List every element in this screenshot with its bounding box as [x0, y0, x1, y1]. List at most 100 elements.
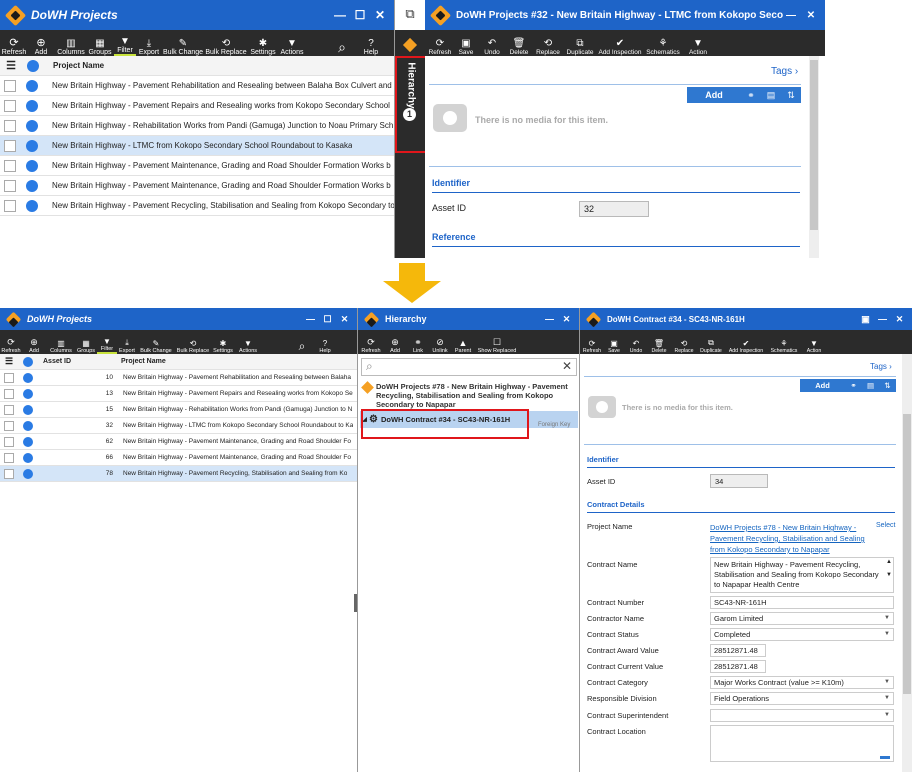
save-button[interactable]: ▣ Save	[453, 38, 479, 56]
expand-icon[interactable]	[880, 756, 890, 759]
tags-link[interactable]: Tags ›	[870, 362, 892, 371]
add-inspection-button[interactable]: ✔ Add Inspection	[725, 339, 767, 354]
project-name-link[interactable]: DoWH Projects #78 - New Britain Highway …	[710, 522, 870, 555]
table-row[interactable]: 78 New Britain Highway - Pavement Recycli…	[0, 466, 357, 482]
replace-button[interactable]: ⟲ Replace	[671, 339, 697, 354]
hierarchy-search[interactable]: ⌕ ✕	[361, 358, 577, 376]
settings-button[interactable]: ✱ Settings	[248, 38, 278, 56]
maximize-icon[interactable]: ☐	[352, 8, 368, 22]
tags-link[interactable]: Tags ›	[771, 66, 798, 77]
add-media-button[interactable]: Add	[800, 381, 845, 390]
refresh-button[interactable]: ⟳ Refresh	[2, 36, 27, 56]
action-button[interactable]: ▼ Action	[801, 339, 827, 354]
table-row[interactable]: New Britain Highway - LTMC from Kokopo S…	[0, 136, 394, 156]
close-icon[interactable]: ✕	[560, 314, 573, 325]
contract-name-field[interactable]: New Britain Highway - Pavement Recycling…	[710, 557, 894, 593]
table-row[interactable]: New Britain Highway - Pavement Maintenan…	[0, 176, 394, 196]
select-project-button[interactable]: Select	[876, 522, 895, 529]
groups-button[interactable]: ▦ Groups	[86, 38, 114, 56]
field-input[interactable]: SC43-NR-161H	[710, 596, 894, 609]
minimize-icon[interactable]: —	[304, 314, 317, 325]
minimize-icon[interactable]: —	[332, 8, 348, 22]
columns-button[interactable]: ▥ Columns	[47, 339, 75, 354]
actions-button[interactable]: ▼ Actions	[278, 38, 306, 56]
add-button[interactable]: ⊕ Add	[26, 36, 56, 56]
table-row[interactable]: New Britain Highway - Pavement Rehabilit…	[0, 76, 394, 96]
chevron-down-icon[interactable]: ▼	[884, 695, 890, 701]
close-icon[interactable]: ✕	[372, 8, 388, 22]
asset-id-field[interactable]: 34	[710, 474, 768, 488]
row-checkbox[interactable]	[4, 420, 14, 431]
table-row[interactable]: New Britain Highway - Pavement Recycling…	[0, 196, 394, 216]
bulk-replace-button[interactable]: ⟲ Bulk Replace	[204, 38, 248, 56]
field-input[interactable]: 28512871.48	[710, 660, 766, 673]
sort-icon[interactable]: ⇅	[879, 381, 896, 390]
delete-button[interactable]: 🗑 Delete	[647, 339, 671, 354]
help-button[interactable]: ? Help	[358, 38, 384, 56]
table-row[interactable]: 15 New Britain Highway - Rehabilitation W…	[0, 402, 357, 418]
add-inspection-button[interactable]: ✔ Add Inspection	[597, 38, 643, 56]
save-button[interactable]: ▣ Save	[603, 339, 625, 354]
bulk-change-button[interactable]: ✎ Bulk Change	[137, 339, 175, 354]
menu-icon[interactable]: ☰	[0, 59, 22, 72]
row-checkbox[interactable]	[4, 388, 14, 399]
bulk-change-button[interactable]: ✎ Bulk Change	[162, 38, 204, 56]
columns-button[interactable]: ▥ Columns	[56, 38, 86, 56]
filter-button[interactable]: ▼ Filter	[97, 337, 117, 354]
search-button[interactable]: ⌕	[289, 339, 315, 354]
column-header-project-name[interactable]: Project Name	[121, 358, 166, 365]
save-title-icon[interactable]: ▣	[859, 314, 872, 325]
chevron-down-icon[interactable]: ▼	[884, 679, 890, 685]
row-checkbox[interactable]	[4, 139, 16, 152]
asset-id-field[interactable]: 32	[579, 201, 649, 217]
duplicate-button[interactable]: ⧉ Duplicate	[697, 338, 725, 354]
column-header-asset-id[interactable]: Asset ID	[43, 358, 121, 365]
action-button[interactable]: ▼ Action	[683, 38, 713, 56]
minimize-icon[interactable]: —	[783, 10, 799, 21]
bulk-replace-button[interactable]: ⟲ Bulk Replace	[175, 339, 211, 354]
gallery-icon[interactable]: ▤	[761, 90, 781, 101]
table-row[interactable]: New Britain Highway - Rehabilitation Wor…	[0, 116, 394, 136]
refresh-button[interactable]: ⟳ Refresh	[359, 337, 383, 354]
add-media-button[interactable]: Add	[687, 90, 741, 100]
close-icon[interactable]: ✕	[803, 10, 819, 21]
link-button[interactable]: ⚭ Link	[407, 337, 429, 354]
export-button[interactable]: ⤓ Export	[136, 38, 162, 56]
field-input[interactable]: Field Operations ▼	[710, 692, 894, 705]
undo-button[interactable]: ↶ Undo	[625, 339, 647, 354]
unlink-button[interactable]: ⊘ Unlink	[429, 337, 451, 354]
minimize-icon[interactable]: —	[543, 314, 556, 325]
export-button[interactable]: ⤓ Export	[117, 338, 137, 354]
restore-icon[interactable]: ⧉	[398, 6, 422, 26]
row-checkbox[interactable]	[4, 79, 16, 92]
row-checkbox[interactable]	[4, 452, 14, 463]
minimize-icon[interactable]: —	[876, 314, 889, 325]
row-checkbox[interactable]	[4, 99, 16, 112]
filter-button[interactable]: ▼ Filter	[114, 36, 136, 56]
row-checkbox[interactable]	[4, 199, 16, 212]
show-replaced-button[interactable]: ☐ Show Replaced	[475, 337, 519, 354]
search-button[interactable]: ⌕	[326, 39, 358, 56]
column-header-project-name[interactable]: Project Name	[53, 61, 104, 70]
table-row[interactable]: New Britain Highway - Pavement Repairs a…	[0, 96, 394, 116]
tree-parent-node[interactable]: DoWH Projects #78 - New Britain Highway …	[361, 381, 576, 409]
chevron-down-icon[interactable]: ▼	[884, 631, 890, 637]
table-row[interactable]: 32 New Britain Highway - LTMC from Kokopo…	[0, 418, 357, 434]
contract-location-field[interactable]	[710, 725, 894, 762]
refresh-button[interactable]: ⟳ Refresh	[427, 38, 453, 56]
help-button[interactable]: ? Help	[315, 339, 335, 354]
schematics-button[interactable]: ⚘ Schematics	[643, 38, 683, 56]
link-icon[interactable]: ⚭	[845, 381, 862, 390]
refresh-button[interactable]: ⟳ Refresh	[581, 339, 603, 354]
field-input[interactable]: Garom Limited ▼	[710, 612, 894, 625]
table-row[interactable]: New Britain Highway - Pavement Maintenan…	[0, 156, 394, 176]
close-icon[interactable]: ✕	[893, 314, 906, 325]
delete-button[interactable]: 🗑 Delete	[505, 38, 533, 56]
parent-button[interactable]: ▲ Parent	[451, 338, 475, 354]
scrollbar[interactable]	[902, 354, 912, 772]
row-checkbox[interactable]	[4, 372, 14, 383]
schematics-button[interactable]: ⚘ Schematics	[767, 339, 801, 354]
link-icon[interactable]: ⚭	[741, 90, 761, 101]
gallery-icon[interactable]: ▤	[862, 381, 879, 390]
actions-button[interactable]: ▼ Actions	[235, 339, 261, 354]
